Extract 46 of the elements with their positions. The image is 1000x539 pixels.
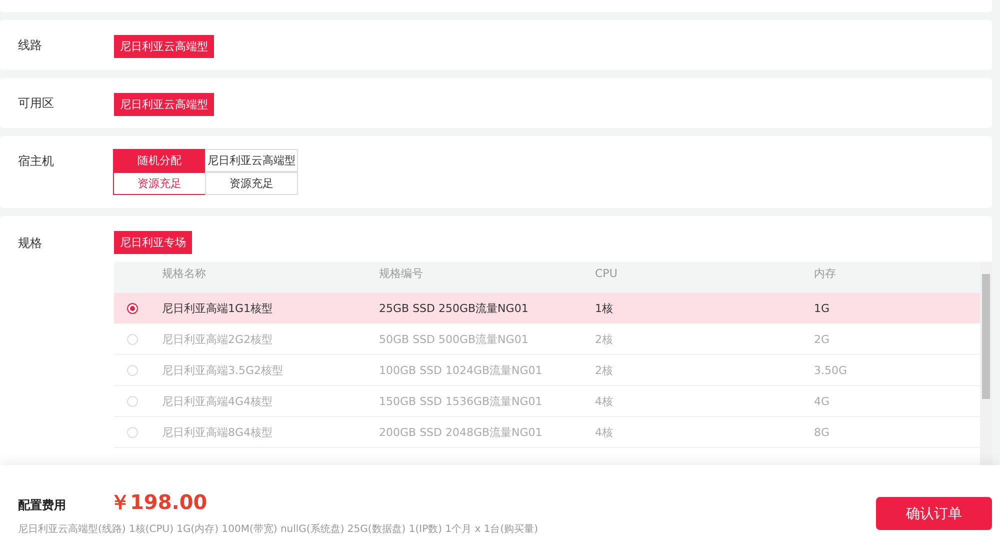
- option-button[interactable]: 尼日利亚云高端型: [114, 35, 214, 58]
- table-row[interactable]: 尼日利亚高端3.5G2核型 100GB SSD 1024GB流量NG01 2核 3.50G: [114, 355, 980, 386]
- table-row[interactable]: 尼日利亚高端2G2核型 50GB SSD 500GB流量NG01 2核 2G: [114, 324, 980, 355]
- order-summary: 尼日利亚云高端型(线路) 1核(CPU) 1G(内存) 100M(带宽) nullG(系统盘) 25G(数据盘) 1(IP数) 1个月 x 1台(购买量): [18, 522, 539, 536]
- column-header: 内存: [814, 266, 837, 281]
- table-cell-text: 1G: [814, 302, 831, 314]
- host-option[interactable]: 随机分配: [113, 149, 206, 172]
- table-row[interactable]: 尼日利亚高端8G4核型 200GB SSD 2048GB流量NG01 4核 8G: [114, 417, 980, 448]
- field-label: 可用区: [18, 95, 55, 112]
- host-option[interactable]: 尼日利亚云高端型: [205, 149, 298, 172]
- table-cell-text: 尼日利亚高端2G2核型: [162, 332, 274, 346]
- table-cell-text: 4核: [595, 394, 614, 408]
- field-label: 规格: [18, 235, 43, 252]
- table-row[interactable]: 尼日利亚高端4G4核型 150GB SSD 1536GB流量NG01 4核 4G: [114, 386, 980, 417]
- column-header: CPU: [595, 267, 618, 280]
- radio-button[interactable]: [127, 302, 138, 314]
- table-cell-text: 3.50G: [814, 364, 848, 376]
- table-cell-text: 200GB SSD 2048GB流量NG01: [379, 424, 544, 440]
- table-cell-text: 150GB SSD 1536GB流量NG01: [379, 394, 544, 408]
- price: ￥198.00: [110, 489, 208, 516]
- option-button[interactable]: 尼日利亚专场: [114, 231, 192, 254]
- table-cell-text: 尼日利亚高端1G1核型: [162, 300, 274, 316]
- table-cell-text: 2G: [814, 332, 831, 346]
- column-header: 规格编号: [379, 266, 424, 281]
- table-cell-text: 4核: [595, 424, 614, 440]
- option-button[interactable]: 尼日利亚云高端型: [114, 93, 214, 116]
- table-cell-text: 尼日利亚高端8G4核型: [162, 424, 274, 440]
- table-cell-text: 1核: [595, 300, 614, 316]
- field-label: 宿主机: [18, 153, 55, 170]
- column-header: 规格名称: [162, 266, 207, 281]
- scrollbar[interactable]: [980, 262, 992, 465]
- table-cell-text: 25GB SSD 250GB流量NG01: [379, 300, 530, 316]
- table-cell-text: 8G: [814, 426, 831, 438]
- host-status: 资源充足: [113, 172, 206, 195]
- table-cell-text: 2核: [595, 362, 614, 378]
- table-cell-text: 尼日利亚高端4G4核型: [162, 394, 274, 408]
- table-row[interactable]: 尼日利亚高端1G1核型 25GB SSD 250GB流量NG01 1核 1G: [114, 293, 980, 324]
- table-cell-text: 100GB SSD 1024GB流量NG01: [379, 362, 544, 378]
- field-label: 线路: [18, 37, 43, 54]
- table-cell-text: 尼日利亚高端3.5G2核型: [162, 362, 284, 378]
- table-cell-text: 4G: [814, 394, 831, 408]
- table-cell-text: 50GB SSD 500GB流量NG01: [379, 332, 530, 346]
- fee-label: 配置费用: [18, 497, 67, 514]
- table-cell-text: 2核: [595, 332, 614, 346]
- host-status: 资源充足: [205, 172, 298, 195]
- confirm-button[interactable]: 确认订单: [876, 497, 992, 530]
